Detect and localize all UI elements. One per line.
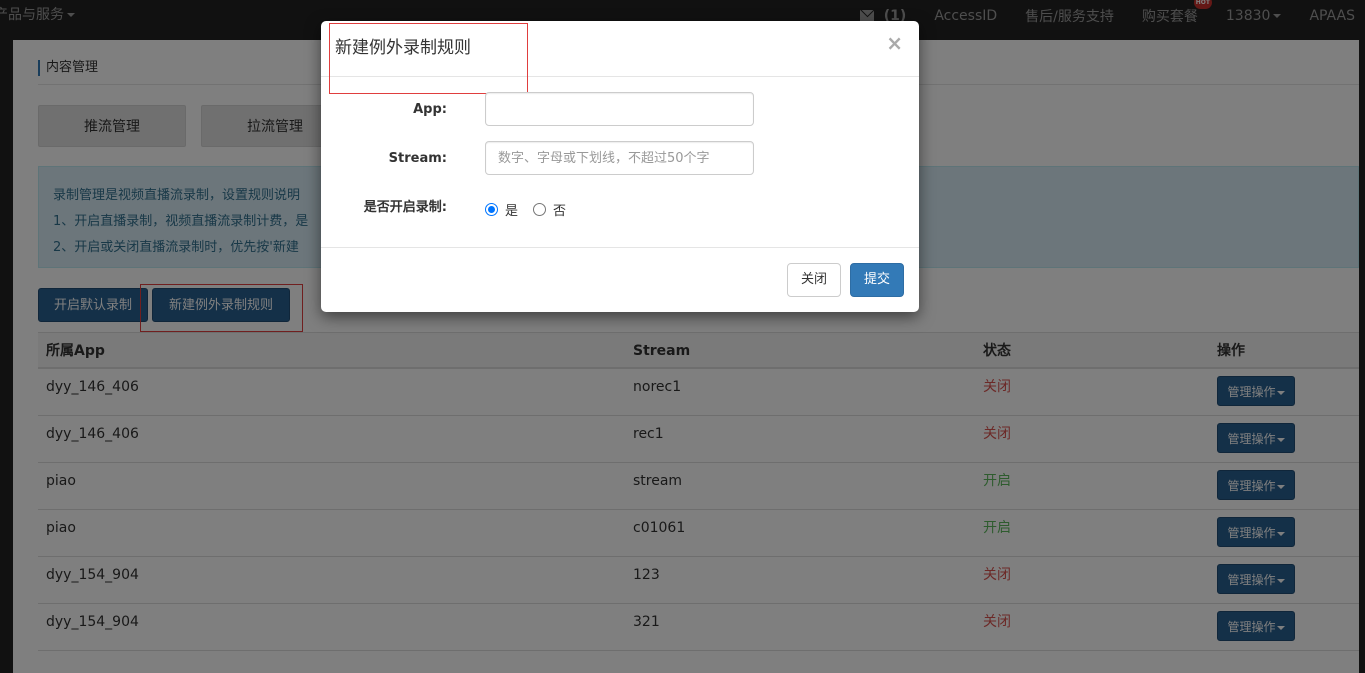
submit-button[interactable]: 提交 <box>850 263 904 297</box>
close-icon[interactable]: × <box>886 33 903 53</box>
record-toggle-label: 是否开启录制: <box>363 200 447 215</box>
new-rule-modal: 新建例外录制规则 × App: Stream: 是否开启录制: 是 否 关闭 提… <box>321 21 919 312</box>
app-label: App: <box>413 102 447 117</box>
stream-input[interactable] <box>485 141 754 175</box>
record-radio-group: 是 否 <box>485 200 581 219</box>
highlight-box <box>329 23 528 94</box>
app-input[interactable] <box>485 92 754 126</box>
radio-no-label[interactable]: 否 <box>553 200 566 219</box>
radio-yes[interactable] <box>485 203 498 216</box>
radio-yes-label[interactable]: 是 <box>505 200 518 219</box>
close-button[interactable]: 关闭 <box>787 263 841 297</box>
modal-footer-divider <box>321 247 919 248</box>
radio-no[interactable] <box>533 203 547 216</box>
stream-label: Stream: <box>388 151 447 166</box>
